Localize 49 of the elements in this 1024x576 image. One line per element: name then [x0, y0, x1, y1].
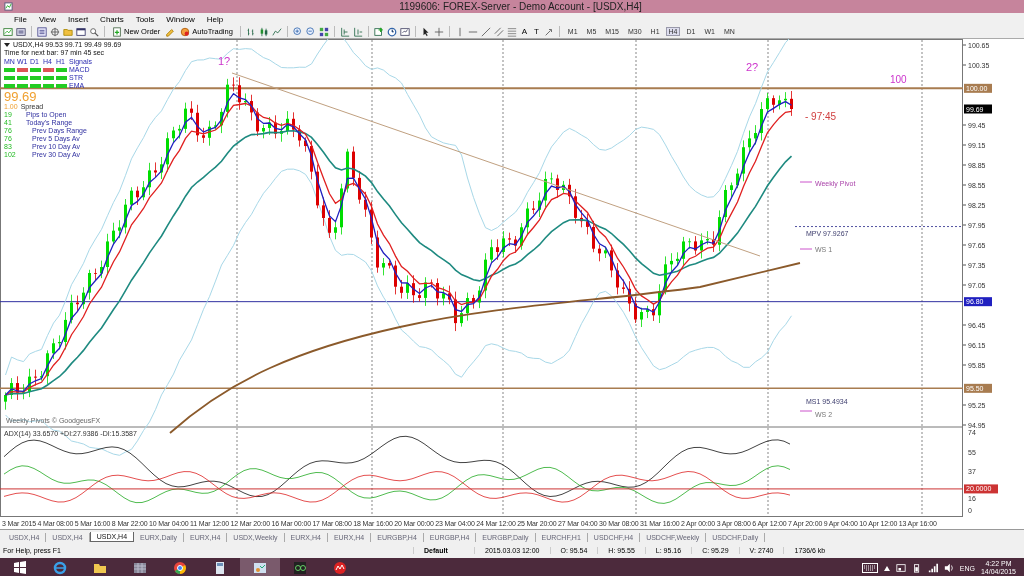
clock-icon[interactable]	[386, 26, 397, 37]
level-label: 100	[890, 74, 907, 85]
menu-item[interactable]: Tools	[135, 14, 155, 24]
text-tool[interactable]: A	[519, 27, 529, 36]
countdown-label: - 97:45	[805, 111, 837, 122]
zoom-in-icon[interactable]	[292, 26, 303, 37]
caret-icon[interactable]	[883, 565, 890, 571]
keyboard-icon[interactable]	[861, 563, 878, 573]
pivot-marker-line	[799, 248, 813, 250]
menu-item[interactable]: Charts	[100, 14, 124, 24]
bar-chart-icon[interactable]	[245, 26, 256, 37]
menu-item[interactable]: View	[38, 14, 57, 24]
text-tool[interactable]: T	[531, 27, 541, 36]
menu-item[interactable]: Window	[166, 14, 195, 24]
pivot-marker-line	[799, 410, 813, 412]
speaker-icon[interactable]	[943, 563, 954, 573]
fibonacci-icon[interactable]	[506, 26, 517, 37]
document-plus-icon	[112, 26, 122, 37]
indicator-add-icon[interactable]	[373, 26, 384, 37]
monitor-icon[interactable]	[895, 563, 906, 573]
windows-logo-icon	[13, 561, 27, 575]
chart-shift-icon[interactable]	[339, 26, 350, 37]
peak-label: 2?	[746, 61, 759, 73]
autoscroll-icon[interactable]	[352, 26, 363, 37]
signal-icon[interactable]	[927, 563, 938, 573]
arrows-icon[interactable]	[543, 26, 554, 37]
menu-item[interactable]: Help	[206, 14, 224, 24]
trading-app-icon[interactable]	[240, 558, 280, 576]
profiles-icon[interactable]	[16, 26, 26, 37]
chart-icon[interactable]	[3, 26, 13, 37]
menu-item[interactable]: Insert	[68, 14, 89, 24]
template-icon[interactable]	[399, 26, 410, 37]
navigator-icon[interactable]	[50, 26, 60, 37]
app-icon	[4, 2, 13, 11]
candlestick-icon[interactable]	[258, 26, 269, 37]
collapse-triangle-icon[interactable]	[4, 42, 10, 48]
tile-windows-icon[interactable]	[318, 26, 329, 37]
magnifier-icon[interactable]	[89, 26, 99, 37]
current-price: 99.69	[4, 90, 38, 103]
pivot-marker-line	[799, 181, 813, 183]
peak-label: 1?	[218, 55, 231, 67]
market-watch-icon[interactable]	[37, 26, 47, 37]
window-title: 1199606: FOREX-Server - Demo Account - [USDX,H4]	[398, 1, 643, 12]
battery-icon[interactable]	[911, 563, 922, 573]
line-chart-icon[interactable]	[271, 26, 282, 37]
window-icon[interactable]	[76, 26, 86, 37]
autotrading-icon	[180, 26, 191, 37]
trendline-icon[interactable]	[480, 26, 491, 37]
menu-item[interactable]: File	[14, 14, 27, 24]
